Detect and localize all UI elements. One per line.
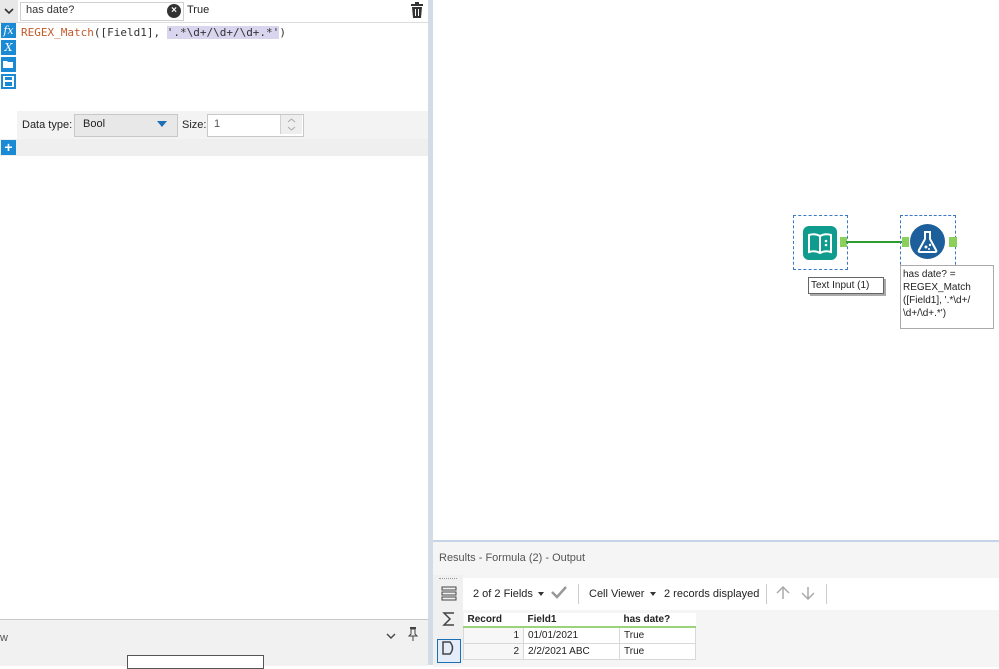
size-label: Size: — [182, 119, 207, 131]
trash-icon[interactable] — [410, 2, 424, 19]
input-anchor[interactable] — [902, 237, 909, 247]
chevron-down-icon[interactable] — [650, 592, 656, 596]
toolbar-separator — [578, 584, 579, 604]
arrow-up-icon[interactable] — [776, 585, 790, 603]
data-type-label: Data type: — [22, 119, 73, 131]
book-icon — [803, 226, 837, 260]
check-icon[interactable] — [551, 585, 567, 602]
expression-close-paren: ) — [279, 26, 286, 39]
variable-icon[interactable]: X — [1, 40, 16, 55]
toolbar-separator — [826, 584, 827, 604]
has-date-cell[interactable]: True — [619, 626, 696, 644]
fx-icon[interactable]: fx — [1, 23, 16, 38]
save-icon[interactable] — [1, 74, 16, 89]
formula-annotation: has date? = REGEX_Match ([Field1], '.*\d… — [900, 265, 994, 329]
summary-icon[interactable] — [437, 610, 461, 634]
data-type-value: Bool — [83, 118, 106, 130]
has-date-cell[interactable]: True — [619, 643, 696, 660]
data-view-icon[interactable] — [437, 639, 461, 663]
column-header-field1[interactable]: Field1 — [523, 613, 620, 628]
grip-icon[interactable] — [439, 578, 457, 580]
clear-icon[interactable]: × — [167, 4, 181, 18]
open-icon[interactable] — [1, 57, 16, 72]
table-row[interactable]: 2 2/2/2021 ABC True — [463, 643, 696, 660]
preview-value: True — [187, 4, 210, 16]
records-displayed: 2 records displayed — [664, 588, 760, 600]
record-number: 2 — [463, 643, 524, 660]
bottom-panel-field[interactable] — [127, 655, 264, 669]
chevron-down-icon[interactable] — [386, 629, 396, 643]
text-input-label: Text Input (1) — [808, 277, 884, 294]
flask-icon — [910, 224, 945, 259]
pin-icon[interactable] — [407, 627, 419, 644]
formula-expression[interactable]: REGEX_Match([Field1], '.*\d+/\d+/\d+.*') — [21, 26, 286, 39]
chevron-down-icon[interactable] — [538, 592, 544, 596]
expression-function: REGEX_Match — [21, 26, 94, 39]
results-table: Record Field1 has date? 1 01/01/2021 Tru… — [463, 613, 696, 660]
add-icon[interactable]: + — [1, 140, 16, 155]
column-header-record[interactable]: Record — [463, 613, 524, 628]
field1-cell[interactable]: 2/2/2021 ABC — [523, 643, 620, 660]
output-anchor[interactable] — [949, 237, 957, 247]
table-row[interactable]: 1 01/01/2021 True — [463, 626, 696, 644]
table-view-icon[interactable] — [437, 584, 461, 608]
column-header-has-date[interactable]: has date? — [619, 613, 696, 628]
field1-cell[interactable]: 01/01/2021 — [523, 626, 620, 644]
output-field-name: has date? — [26, 4, 75, 16]
results-title: Results - Formula (2) - Output — [439, 552, 586, 564]
table-header-row: Record Field1 has date? — [463, 613, 696, 628]
size-spinner[interactable] — [280, 115, 302, 134]
toolbar-separator — [766, 584, 767, 604]
expression-field: [Field1], — [100, 26, 167, 39]
formula-config-panel — [0, 0, 429, 665]
record-number: 1 — [463, 626, 524, 644]
dropdown-arrow-icon[interactable] — [157, 121, 167, 127]
connection-line[interactable] — [846, 241, 905, 243]
expression-pattern: '.*\d+/\d+/\d+.*' — [166, 26, 280, 39]
results-grid[interactable]: Record Field1 has date? 1 01/01/2021 Tru… — [463, 613, 701, 660]
arrow-down-icon[interactable] — [801, 586, 815, 603]
chevron-down-icon[interactable] — [0, 0, 18, 22]
fields-selector[interactable]: 2 of 2 Fields — [473, 588, 533, 600]
expression-toolstrip: fx X — [0, 22, 17, 92]
cell-viewer-selector[interactable]: Cell Viewer — [589, 588, 644, 600]
bottom-panel-title: w — [0, 632, 8, 644]
add-formula-row — [0, 139, 428, 156]
size-value: 1 — [214, 118, 221, 130]
